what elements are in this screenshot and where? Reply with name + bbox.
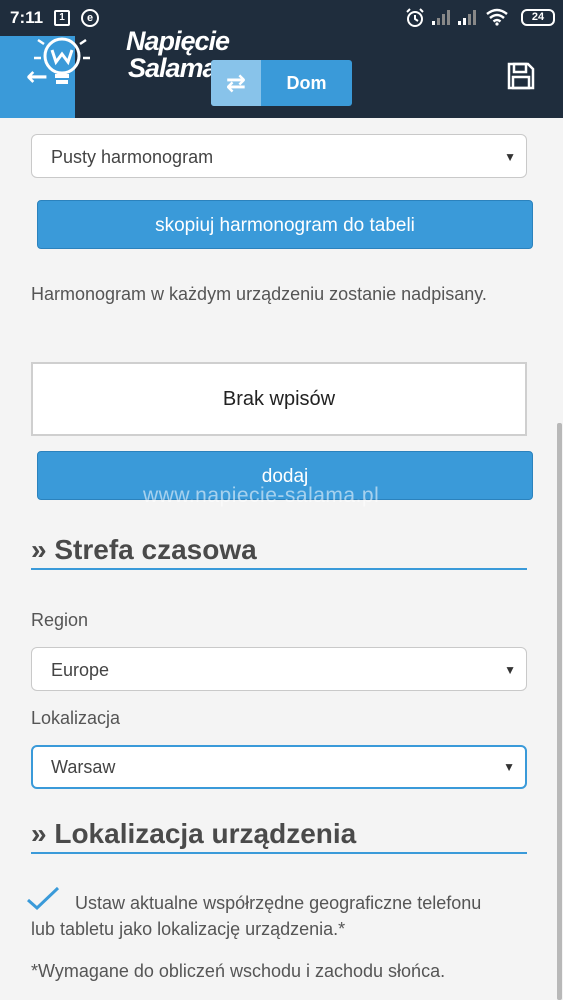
notification-icon: 1 bbox=[54, 10, 70, 26]
schedule-select[interactable]: Pusty harmonogram ▼ bbox=[31, 134, 527, 178]
location-select[interactable]: Warsaw ▼ bbox=[31, 745, 527, 789]
signal-2-icon bbox=[458, 10, 476, 25]
region-select[interactable]: Europe ▼ bbox=[31, 647, 527, 691]
overwrite-note: Harmonogram w każdym urządzeniu zostanie… bbox=[31, 284, 487, 304]
empty-schedule-box: Brak wpisów bbox=[31, 362, 527, 436]
chevron-down-icon: ▼ bbox=[504, 663, 516, 677]
logo: Napięcie Salama bbox=[32, 28, 230, 92]
region-select-value: Europe bbox=[51, 660, 110, 680]
device-location-section-title: » Lokalizacja urządzenia bbox=[31, 818, 527, 854]
battery-icon: 24 bbox=[521, 9, 555, 26]
logo-line1: Napięcie bbox=[126, 26, 230, 56]
signal-1-icon bbox=[432, 10, 450, 25]
copy-schedule-button[interactable]: skopiuj harmonogram do tabeli bbox=[37, 200, 533, 249]
watermark: www.napiecie-salama.pl bbox=[143, 484, 380, 507]
footnote: *Wymagane do obliczeń wschodu i zachodu … bbox=[31, 961, 446, 981]
wifi-icon bbox=[486, 8, 508, 26]
location-label: Lokalizacja bbox=[31, 708, 121, 728]
swap-icon[interactable]: ⇄ bbox=[211, 60, 261, 106]
bulb-logo-icon bbox=[34, 37, 90, 84]
context-switcher[interactable]: ⇄ Dom bbox=[211, 60, 352, 106]
scrollbar[interactable] bbox=[557, 423, 562, 1000]
content-area: Pusty harmonogram ▼ skopiuj harmonogram … bbox=[0, 118, 563, 1000]
app-e-icon: e bbox=[81, 9, 99, 27]
chevron-down-icon: ▼ bbox=[503, 760, 515, 774]
chevron-down-icon: ▼ bbox=[504, 150, 516, 164]
save-icon[interactable] bbox=[506, 61, 536, 91]
alarm-icon bbox=[406, 8, 424, 27]
location-select-value: Warsaw bbox=[51, 757, 116, 777]
app-bar: ← Napięcie Salama ⇄ Dom bbox=[0, 28, 563, 118]
status-time: 7:11 bbox=[10, 8, 44, 27]
timezone-section-title: » Strefa czasowa bbox=[31, 534, 527, 570]
schedule-select-value: Pusty harmonogram bbox=[51, 147, 214, 167]
context-label: Dom bbox=[286, 73, 327, 93]
region-label: Region bbox=[31, 610, 89, 630]
location-checkbox-label[interactable]: Ustaw aktualne współrzędne geograficzne … bbox=[31, 890, 501, 942]
